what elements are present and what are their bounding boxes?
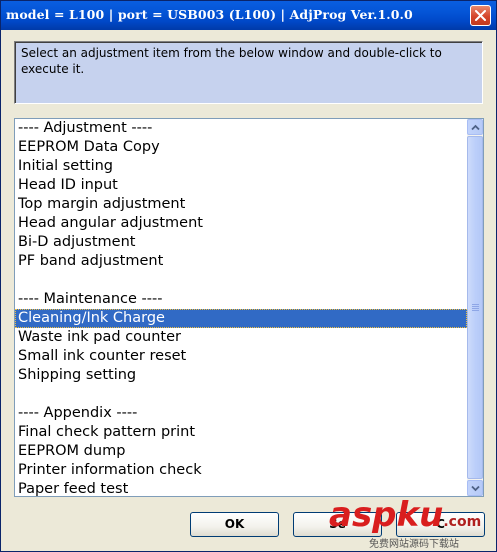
scroll-grip-line	[472, 304, 479, 305]
list-item[interactable]: Printer information check	[15, 461, 467, 480]
list-items: ---- Adjustment ---- EEPROM Data Copy Init…	[15, 119, 467, 496]
list-item[interactable]: Shipping setting	[15, 366, 467, 385]
scroll-down-button[interactable]	[467, 480, 483, 496]
list-item[interactable]: ---- Adjustment ----	[15, 119, 467, 138]
adjprog-window: model = L100 | port = USB003 (L100) | Ad…	[0, 0, 497, 552]
close-button[interactable]	[470, 5, 491, 26]
vertical-scrollbar[interactable]	[467, 119, 483, 496]
list-item[interactable]: Cleaning/Ink Charge	[15, 309, 467, 328]
list-item[interactable]: ---- Maintenance ----	[15, 290, 467, 309]
list-item[interactable]: EEPROM Data Copy	[15, 138, 467, 157]
adjustment-listbox[interactable]: ---- Adjustment ---- EEPROM Data Copy Init…	[14, 118, 484, 497]
list-item[interactable]: Small ink counter reset	[15, 347, 467, 366]
title-bar[interactable]: model = L100 | port = USB003 (L100) | Ad…	[1, 1, 496, 30]
watermark-text-a: asp	[329, 495, 397, 535]
close-icon	[475, 10, 486, 21]
instruction-text: Select an adjustment item from the below…	[21, 46, 442, 76]
scroll-grip-line	[472, 310, 479, 311]
list-item[interactable]: Initial setting	[15, 157, 467, 176]
watermark-logo: aspku.com 免费网站源码下载站	[329, 495, 495, 551]
arrow-up-icon	[471, 124, 480, 131]
scroll-grip-line	[472, 308, 479, 309]
list-item[interactable]: Final check pattern print	[15, 423, 467, 442]
scroll-thumb[interactable]	[467, 136, 483, 479]
list-item[interactable]: Bi-D adjustment	[15, 233, 467, 252]
watermark-text-b: ku	[396, 495, 444, 535]
arrow-down-icon	[471, 485, 480, 492]
list-item[interactable]	[15, 271, 467, 290]
list-item[interactable]	[15, 385, 467, 404]
scroll-up-button[interactable]	[467, 119, 483, 135]
ok-button[interactable]: OK	[190, 512, 279, 537]
scroll-grip-line	[472, 306, 479, 307]
list-item[interactable]: Top margin adjustment	[15, 195, 467, 214]
window-title: model = L100 | port = USB003 (L100) | Ad…	[6, 7, 413, 22]
list-item[interactable]: Head angular adjustment	[15, 214, 467, 233]
watermark-subtitle: 免费网站源码下载站	[369, 539, 459, 550]
list-item[interactable]: PF band adjustment	[15, 252, 467, 271]
watermark-text-c: .com	[443, 514, 482, 530]
list-item[interactable]: Paper feed test	[15, 480, 467, 496]
list-item[interactable]: Head ID input	[15, 176, 467, 195]
instruction-box: Select an adjustment item from the below…	[14, 41, 483, 104]
list-item[interactable]: EEPROM dump	[15, 442, 467, 461]
list-item[interactable]: Waste ink pad counter	[15, 328, 467, 347]
list-item[interactable]: ---- Appendix ----	[15, 404, 467, 423]
